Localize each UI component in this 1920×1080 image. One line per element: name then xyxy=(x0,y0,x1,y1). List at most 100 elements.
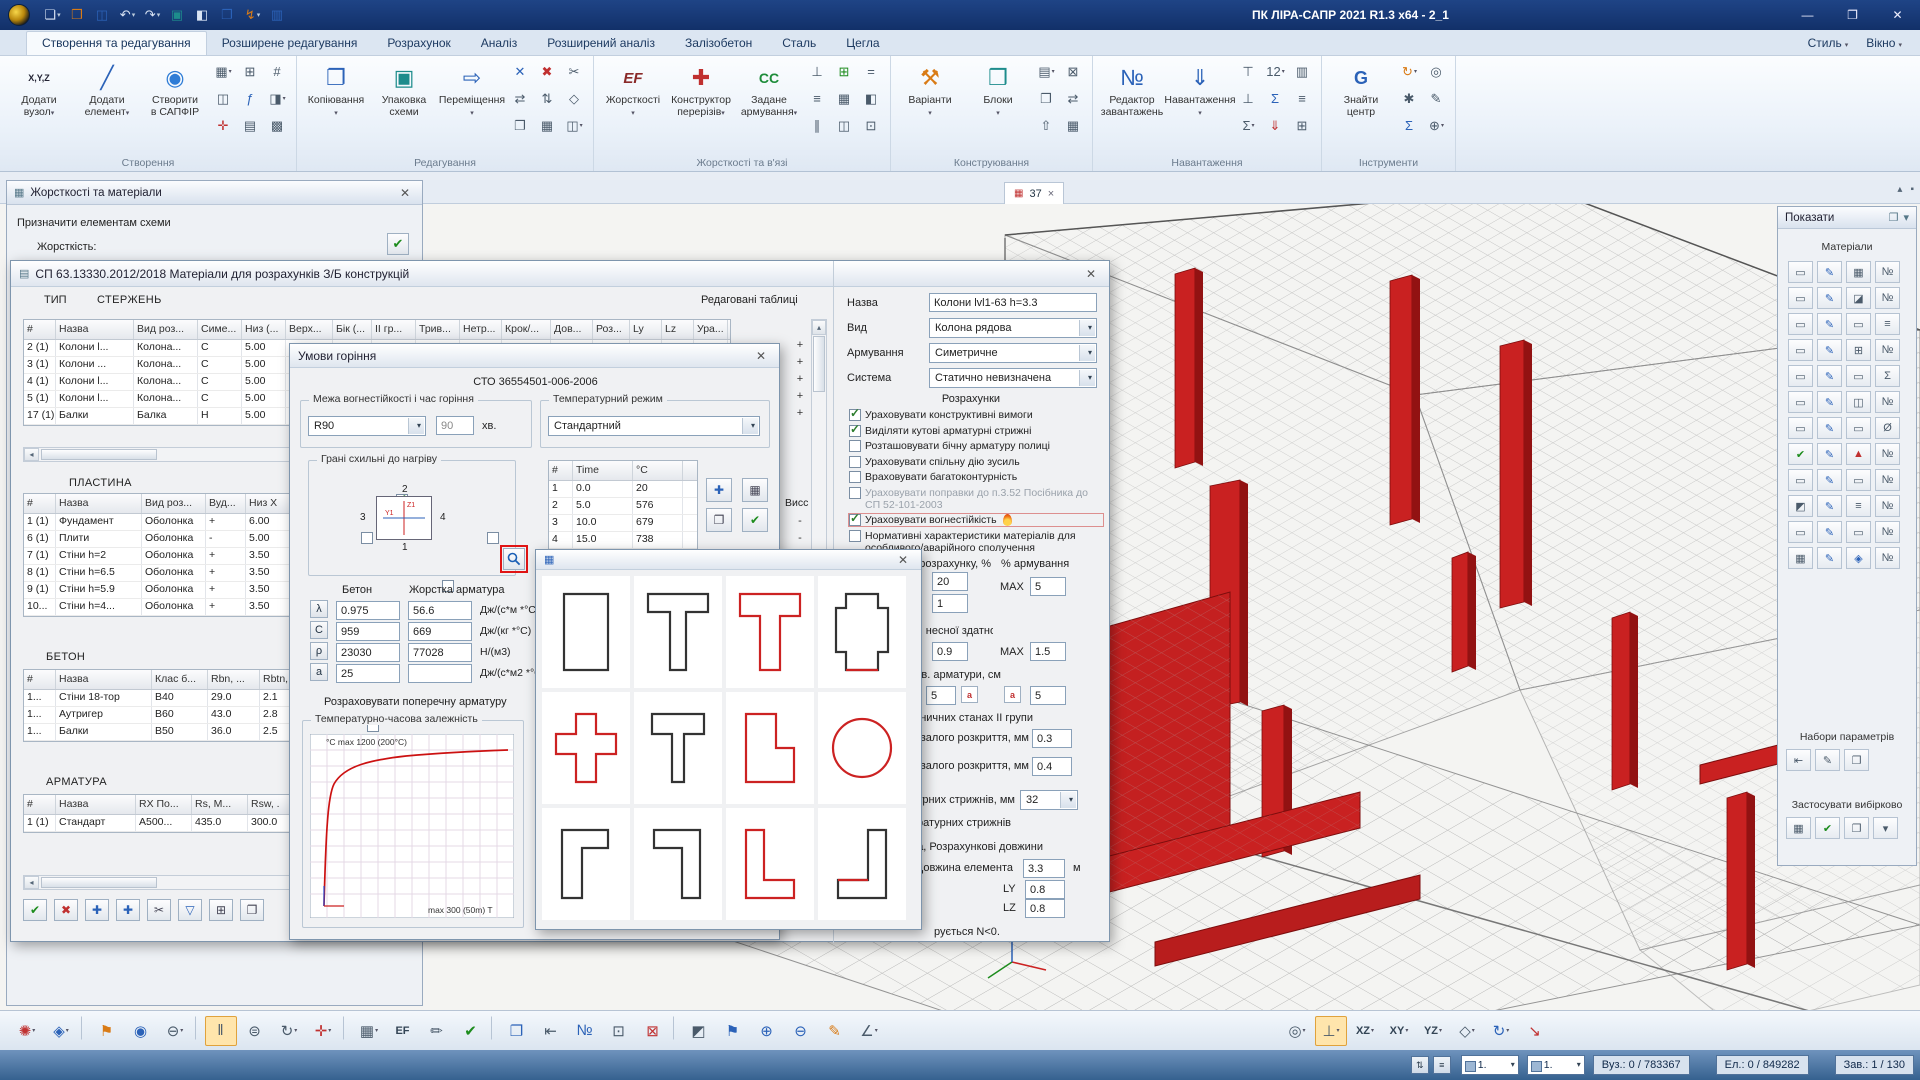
close-dialog-icon[interactable]: ✕ xyxy=(1081,265,1101,283)
ribbon-small-button[interactable]: ▤▾ xyxy=(1033,59,1060,84)
toolbar-button[interactable]: ▦▾ xyxy=(353,1016,385,1046)
column-header[interactable]: Симе... xyxy=(198,320,242,339)
kind-combo[interactable]: Колона рядова xyxy=(929,318,1097,338)
ribbon-big-button[interactable]: ✚ Конструкторперерізів▾ xyxy=(667,59,735,153)
ribbon-big-button[interactable]: ▣ Упаковкасхеми xyxy=(370,59,438,153)
ribbon-small-button[interactable]: ◇ xyxy=(561,86,588,111)
max-utilization-field[interactable]: 1.5 xyxy=(1030,642,1066,661)
display-toggle-button[interactable]: № xyxy=(1875,339,1900,361)
ribbon-tab[interactable]: Створення та редагування xyxy=(26,31,207,55)
ribbon-small-button[interactable]: ⊞ xyxy=(237,59,264,84)
section-shape-tee[interactable] xyxy=(634,576,722,688)
view-direction-button[interactable]: ◎▾ xyxy=(1281,1016,1313,1046)
display-toggle-button[interactable]: ◪ xyxy=(1846,287,1871,309)
display-toggle-button[interactable]: ✎ xyxy=(1817,495,1842,517)
calc-option-row[interactable]: Враховувати багатоконтурність xyxy=(849,471,1103,483)
plus-cell[interactable]: + xyxy=(787,373,813,390)
table-row[interactable]: 10.020 xyxy=(549,481,697,498)
toolbar-button[interactable]: ⊜ xyxy=(239,1016,271,1046)
property-symbol-button[interactable]: a xyxy=(310,663,328,681)
ribbon-small-button[interactable]: ⇅ xyxy=(534,86,561,111)
checkbox[interactable] xyxy=(849,471,861,483)
concrete-value-field[interactable]: 0.975 xyxy=(336,601,400,620)
view-direction-button[interactable]: XZ▾ xyxy=(1349,1016,1381,1046)
column-header[interactable]: Вуд... xyxy=(206,494,246,513)
display-toggle-button[interactable]: ▭ xyxy=(1846,365,1871,387)
view-direction-button[interactable]: XY▾ xyxy=(1383,1016,1415,1046)
ribbon-small-button[interactable]: ◎ xyxy=(1423,59,1450,84)
ribbon-small-button[interactable]: ≡ xyxy=(804,86,831,111)
panel-header-icon[interactable]: ▾ xyxy=(1903,211,1909,224)
max-reinf-field[interactable]: 5 xyxy=(1030,577,1066,596)
ribbon-small-button[interactable]: 12▾ xyxy=(1262,59,1289,84)
toolbar-button[interactable]: ∠▾ xyxy=(853,1016,885,1046)
display-toggle-button[interactable]: ✎ xyxy=(1817,339,1842,361)
toolbar-button[interactable] xyxy=(81,1016,87,1040)
quick-access-button[interactable]: ↷▾ xyxy=(140,2,165,28)
toolbar-button[interactable]: ‖ xyxy=(205,1016,237,1046)
ribbon-big-button[interactable]: ❒ Блоки▾ xyxy=(964,59,1032,153)
ribbon-small-button[interactable]: ƒ xyxy=(237,86,264,111)
long-crack-field[interactable]: 0.4 xyxy=(1032,757,1072,776)
quick-access-button[interactable]: ❐ xyxy=(215,2,240,28)
column-header[interactable]: # xyxy=(24,494,56,513)
panel-header-icon[interactable]: ❐ xyxy=(1889,211,1899,224)
face-right-checkbox[interactable] xyxy=(487,532,499,544)
ribbon-big-button[interactable]: ╱ Додатиелемент▾ xyxy=(73,59,141,153)
calc-option-row[interactable]: Ураховувати поправки до п.3.52 Посібника… xyxy=(849,487,1103,511)
display-toggle-button[interactable]: ▭ xyxy=(1788,417,1813,439)
toolbar-button[interactable]: ✎ xyxy=(819,1016,851,1046)
system-combo[interactable]: Статично невизначена xyxy=(929,368,1097,388)
view-direction-button[interactable]: ↻▾ xyxy=(1485,1016,1517,1046)
ribbon-small-button[interactable]: ⊥ xyxy=(1235,86,1262,111)
apply-stiffness-button[interactable]: ✔ xyxy=(387,233,409,255)
display-toggle-button[interactable]: ▭ xyxy=(1788,287,1813,309)
toolbar-button[interactable] xyxy=(673,1016,679,1040)
display-toggle-button[interactable]: ✎ xyxy=(1817,521,1842,543)
accuracy-field-2[interactable]: 1 xyxy=(932,594,968,613)
display-toggle-button[interactable]: ▦ xyxy=(1788,547,1813,569)
column-header[interactable]: Крок/... xyxy=(502,320,551,339)
ribbon-tab[interactable]: Аналіз xyxy=(466,32,532,55)
column-header[interactable]: Низ X xyxy=(246,494,290,513)
cover-distance-field-1[interactable]: 5 xyxy=(926,686,956,705)
close-dialog-icon[interactable]: ✕ xyxy=(893,551,913,569)
column-header[interactable]: Клас б... xyxy=(152,670,208,689)
ribbon-tab[interactable]: Залізобетон xyxy=(670,32,767,55)
ribbon-big-button[interactable]: ◉ Створитив САПФІР xyxy=(141,59,209,153)
section-shape-angle-mixed[interactable] xyxy=(818,808,906,920)
table-row[interactable]: 25.0576 xyxy=(549,498,697,515)
temp-bar-diameter-combo[interactable]: 32 xyxy=(1020,790,1078,810)
ribbon-small-button[interactable]: ⇓ xyxy=(1262,113,1289,138)
app-logo-icon[interactable] xyxy=(8,4,30,26)
ribbon-big-button[interactable]: ❐ Копіювання▾ xyxy=(302,59,370,153)
quick-access-button[interactable]: ◧ xyxy=(190,2,215,28)
display-toggle-button[interactable]: ▭ xyxy=(1788,365,1813,387)
column-header[interactable]: Назва xyxy=(56,320,134,339)
section-shape-tee-red[interactable] xyxy=(726,576,814,688)
load-case-combo-2[interactable]: 1. xyxy=(1527,1055,1585,1075)
checkbox[interactable] xyxy=(849,409,861,421)
display-toggle-button[interactable]: ✎ xyxy=(1817,261,1842,283)
checkbox[interactable] xyxy=(849,456,861,468)
ribbon-small-button[interactable]: ✛ xyxy=(210,113,237,138)
dialog-action-button[interactable]: ✚ xyxy=(85,899,109,921)
property-symbol-button[interactable]: ρ xyxy=(310,642,328,660)
display-toggle-button[interactable]: ✎ xyxy=(1817,313,1842,335)
toolbar-button[interactable]: ⊡ xyxy=(603,1016,635,1046)
ribbon-small-button[interactable]: ↻▾ xyxy=(1396,59,1423,84)
minus-cell[interactable]: - xyxy=(787,515,813,532)
ribbon-tab[interactable]: Розширений аналіз xyxy=(532,32,670,55)
display-toggle-button[interactable]: ▭ xyxy=(1846,469,1871,491)
display-toggle-button[interactable]: ◈ xyxy=(1846,547,1871,569)
property-symbol-button[interactable]: λ xyxy=(310,600,328,618)
toolbar-button[interactable]: ⚑ xyxy=(717,1016,749,1046)
column-header[interactable]: Rbn, ... xyxy=(208,670,260,689)
view-tab-37[interactable]: ▦ 37 × xyxy=(1004,182,1064,204)
strip-menu-icon[interactable]: ▪ xyxy=(1910,184,1914,195)
ribbon-small-button[interactable]: ⊞ xyxy=(1289,113,1316,138)
display-toggle-button[interactable]: ✎ xyxy=(1817,365,1842,387)
display-toggle-button[interactable]: ▲ xyxy=(1846,443,1871,465)
column-header[interactable]: Назва xyxy=(56,670,152,689)
display-toggle-button[interactable]: ◫ xyxy=(1846,391,1871,413)
